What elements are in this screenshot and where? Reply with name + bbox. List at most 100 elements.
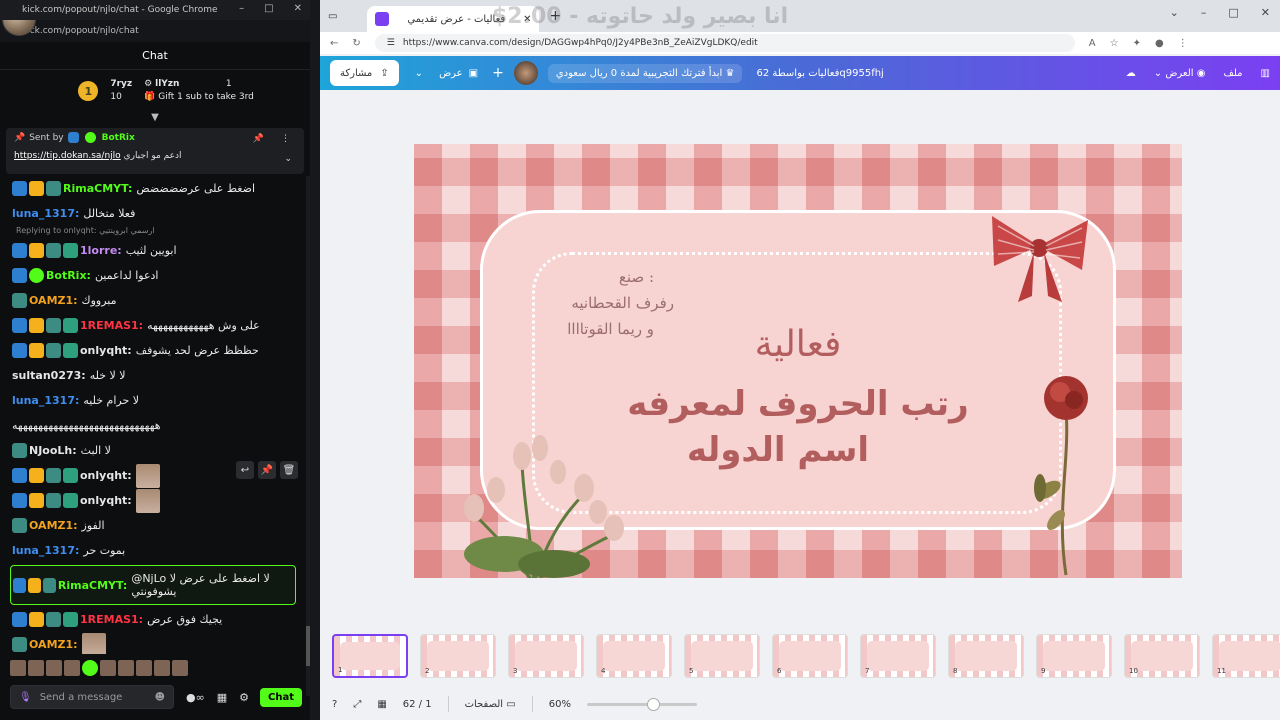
message-username[interactable]: OAMZ1: <box>29 294 78 307</box>
chat-message[interactable]: NJooLh: لا البث <box>0 438 306 463</box>
tab-search-icon[interactable]: ⌄ <box>1170 6 1179 19</box>
message-username[interactable]: 1REMAS1: <box>80 319 143 332</box>
mic-icon[interactable]: 🎙 <box>19 692 32 703</box>
present-button[interactable]: ⌄ عرض ▣ <box>415 68 478 79</box>
emote-suggestions[interactable] <box>10 660 188 676</box>
close-icon[interactable]: ✕ <box>1261 6 1270 19</box>
settings-gear-icon[interactable]: ⚙ <box>239 691 249 704</box>
message-username[interactable]: luna_1317: <box>12 207 79 220</box>
zoom-value[interactable]: 60% <box>549 699 571 710</box>
page-thumbnail[interactable]: 3 <box>508 634 584 678</box>
close-icon[interactable]: ✕ <box>294 3 302 14</box>
message-username[interactable]: luna_1317: <box>12 544 79 557</box>
chat-message[interactable]: luna_1317: لا حرام خليه <box>0 388 306 413</box>
message-username[interactable]: onlyqht: <box>80 469 132 482</box>
pin-icon[interactable]: 📌 <box>258 461 276 479</box>
chat-message[interactable]: onlyqht: ↩ 📌 🗑 <box>0 461 306 488</box>
slide-canvas[interactable]: صنع : رفرف القحطانيه و ريما القوتاااا فع… <box>414 144 1182 578</box>
collapse-gifters-icon[interactable]: ▼ <box>0 112 310 124</box>
trial-button[interactable]: ابدأ فترتك التجريبية لمدة 0 ريال سعودي ♛ <box>547 63 743 83</box>
bookmark-star-icon[interactable]: ☆ <box>1110 38 1119 49</box>
design-name[interactable]: فعاليات بواسطة 62q9955fhj <box>756 68 883 79</box>
kick-address-bar[interactable]: kick.com/popout/njlo/chat <box>0 20 310 42</box>
pinned-link[interactable]: https://tip.dokan.sa/njlo <box>14 151 121 161</box>
message-username[interactable]: onlyqht: <box>80 344 132 357</box>
gingham-bow-image[interactable] <box>984 206 1094 306</box>
message-username[interactable]: OAMZ1: <box>29 519 78 532</box>
minimize-icon[interactable]: – <box>1201 6 1207 19</box>
credit-name-1[interactable]: رفرف القحطانيه <box>524 294 674 312</box>
chat-message[interactable]: 1lorre: ابويين لثيب <box>0 238 306 263</box>
chevron-down-icon[interactable]: ⌄ <box>284 154 292 164</box>
grid-view-icon[interactable]: ▦ <box>377 699 386 710</box>
zoom-slider[interactable] <box>586 697 697 711</box>
chevron-down-icon[interactable]: ⌄ <box>415 68 423 79</box>
site-info-icon[interactable]: ☰ <box>387 38 395 48</box>
chat-message[interactable]: onlyqht: حظظظ عرض لحد يشوفف <box>0 338 306 363</box>
message-username[interactable]: sultan0273: <box>12 369 86 382</box>
maximize-icon[interactable]: □ <box>1228 6 1238 19</box>
more-options-icon[interactable]: ⋮ <box>281 134 290 144</box>
page-thumbnails[interactable]: 1 2 3 4 5 6 7 8 9 10 11 <box>332 634 1280 680</box>
chat-message-list[interactable]: RimaCMYT: اضغط على عرضضضضض luna_1317: فعلا … <box>0 176 306 654</box>
chat-send-button[interactable]: Chat <box>260 687 302 707</box>
chat-message[interactable]: onlyqht: <box>0 488 306 513</box>
points-icon[interactable]: ●∞ <box>186 691 205 704</box>
message-username[interactable]: 1REMAS1: <box>80 613 143 626</box>
pin-icon[interactable]: 📌 <box>253 134 264 144</box>
page-thumbnail[interactable]: 4 <box>596 634 672 678</box>
emoji-icon[interactable]: ☻ <box>155 692 165 703</box>
reload-icon[interactable]: ↻ <box>352 38 360 49</box>
page-thumbnail[interactable]: 11 <box>1212 634 1280 678</box>
pinned-bot-name[interactable]: BotRix <box>102 133 135 143</box>
dried-rose-image[interactable] <box>1026 370 1106 578</box>
message-username[interactable]: NJooLh: <box>29 444 77 457</box>
profile-icon[interactable]: ● <box>1155 38 1164 49</box>
chat-message[interactable]: OAMZ1: <box>0 632 306 654</box>
page-thumbnail[interactable]: 1 <box>332 634 408 678</box>
notes-icon[interactable]: ? <box>332 699 337 710</box>
reply-icon[interactable]: ↩ <box>236 461 254 479</box>
share-button[interactable]: مشاركة ⇪ <box>330 60 399 86</box>
chat-message[interactable]: RimaCMYT: اضغط على عرضضضضض <box>0 176 306 201</box>
page-thumbnail[interactable]: 5 <box>684 634 760 678</box>
credit-label[interactable]: صنع : <box>584 268 654 286</box>
chat-message[interactable]: ههههههههههههههههههههههههههههه <box>0 413 306 438</box>
sidebar-toggle-icon[interactable]: ▥ <box>1261 68 1270 79</box>
back-icon[interactable]: ← <box>330 38 338 49</box>
url-field[interactable]: ☰ https://www.canva.com/design/DAGGwp4hP… <box>374 34 1075 52</box>
message-username[interactable]: RimaCMYT: <box>63 182 132 195</box>
zoom-knob[interactable] <box>646 697 660 711</box>
chat-message[interactable]: luna_1317: بموت حر <box>0 538 306 563</box>
slide-title-1[interactable]: فعالية <box>414 324 1182 365</box>
cloud-save-icon[interactable]: ☁ <box>1126 68 1136 79</box>
gifter-1-name[interactable]: 7ryz <box>110 78 132 91</box>
file-menu[interactable]: ملف <box>1224 68 1243 79</box>
minimize-icon[interactable]: – <box>239 3 244 14</box>
chat-message[interactable]: BotRix: ادعوا لداعمين <box>0 263 306 288</box>
chat-message[interactable]: luna_1317: فعلا متخالل <box>0 201 306 226</box>
message-username[interactable]: OAMZ1: <box>29 638 78 651</box>
page-thumbnail[interactable]: 2 <box>420 634 496 678</box>
gifter-2-name[interactable]: llYzn <box>155 79 179 89</box>
tulip-bouquet-image[interactable] <box>434 424 644 578</box>
message-username[interactable]: RimaCMYT: <box>58 579 127 592</box>
message-username[interactable]: BotRix: <box>46 269 91 282</box>
page-thumbnail[interactable]: 7 <box>860 634 936 678</box>
resize-menu[interactable]: ⌄ العرض ◉ <box>1154 68 1206 79</box>
message-username[interactable]: 1lorre: <box>80 244 122 257</box>
chat-message[interactable]: OAMZ1: مبرووك <box>0 288 306 313</box>
user-avatar[interactable] <box>513 61 538 85</box>
chat-message[interactable]: 1REMAS1: يجيك فوق عرض <box>0 607 306 632</box>
extensions-icon[interactable]: ✦ <box>1133 38 1141 49</box>
maximize-icon[interactable]: □ <box>264 3 273 14</box>
chat-message[interactable]: 1REMAS1: على وش ههههههههههههه <box>0 313 306 338</box>
tab-list-icon[interactable]: ▭ <box>328 11 337 22</box>
translate-icon[interactable]: A <box>1089 38 1096 49</box>
reply-context[interactable]: Replying to onlyqht: ارسمي ابروينتيي <box>0 226 306 238</box>
delete-icon[interactable]: 🗑 <box>280 461 298 479</box>
pages-button[interactable]: الصفحات ▭ <box>465 699 516 710</box>
page-thumbnail[interactable]: 6 <box>772 634 848 678</box>
menu-icon[interactable]: ⋮ <box>1178 38 1188 49</box>
store-icon[interactable]: ▦ <box>217 691 227 704</box>
